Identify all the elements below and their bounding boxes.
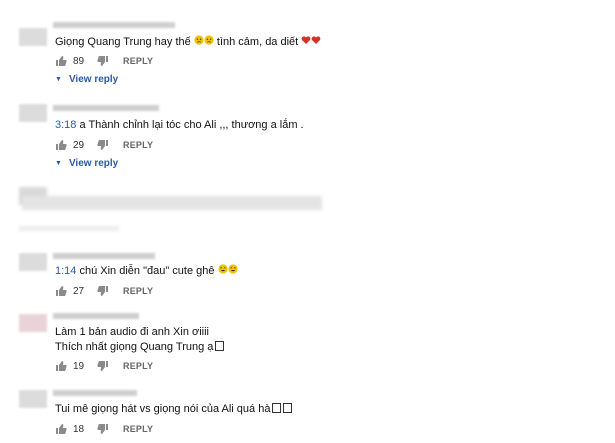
unknown-glyph-icon [215, 341, 225, 351]
thumb-down-icon[interactable] [97, 423, 109, 435]
heart-icon [301, 36, 311, 44]
comment-actions: 18 REPLY [55, 422, 153, 436]
blurred-content [22, 196, 322, 210]
thumb-up-icon[interactable] [55, 55, 67, 67]
avatar[interactable] [19, 390, 47, 408]
timestamp-link[interactable]: 1:14 [55, 265, 76, 277]
reply-button[interactable]: REPLY [123, 424, 153, 434]
thumb-down-icon[interactable] [97, 285, 109, 297]
reply-button[interactable]: REPLY [123, 140, 153, 150]
unknown-glyph-icon [283, 403, 293, 413]
laughing-face-icon [227, 264, 238, 274]
thumb-down-icon[interactable] [97, 139, 109, 151]
author-name[interactable] [53, 22, 175, 28]
like-count: 27 [73, 285, 85, 297]
view-reply-link[interactable]: ▼ View reply [55, 73, 118, 85]
thumb-up-icon[interactable] [55, 423, 67, 435]
comment-text: Giọng Quang Trung hay thế tình cảm, da d… [55, 35, 321, 49]
crying-face-icon [204, 35, 214, 45]
comment-actions: 27 REPLY [55, 284, 153, 298]
like-count: 18 [73, 423, 85, 435]
comment-text: 1:14 chú Xin diễn "đau" cute ghê [55, 264, 238, 278]
author-name[interactable] [53, 313, 139, 319]
author-name[interactable] [53, 253, 155, 259]
comment-text: Tui mê giọng hát vs giọng nói của Ali qu… [55, 403, 293, 416]
avatar[interactable] [19, 253, 47, 271]
unknown-glyph-icon [272, 403, 282, 413]
comment-text-line-1: Làm 1 bản audio đi anh Xin ơiiii [55, 326, 209, 338]
reply-button[interactable]: REPLY [123, 361, 153, 371]
crying-face-icon [194, 35, 204, 45]
like-count: 89 [73, 55, 85, 67]
author-name[interactable] [53, 105, 159, 111]
heart-icon [311, 36, 321, 44]
thumb-up-icon[interactable] [55, 285, 67, 297]
thumb-down-icon[interactable] [97, 55, 109, 67]
timestamp-link[interactable]: 3:18 [55, 119, 76, 131]
laughing-face-icon [217, 264, 228, 274]
caret-down-icon: ▼ [55, 75, 62, 83]
avatar[interactable] [19, 104, 47, 122]
avatar[interactable] [19, 314, 47, 332]
caret-down-icon: ▼ [55, 159, 62, 167]
view-reply-link[interactable]: ▼ View reply [55, 157, 118, 169]
comment-text: 3:18 a Thành chỉnh lại tóc cho Ali ,,, t… [55, 119, 304, 131]
blurred-content [19, 226, 119, 231]
comment-text-line-2: Thích nhất giọng Quang Trung ạ [55, 341, 225, 354]
thumb-up-icon[interactable] [55, 360, 67, 372]
like-count: 19 [73, 360, 85, 372]
comment-actions: 19 REPLY [55, 359, 153, 373]
comment-actions: 29 REPLY [55, 138, 153, 152]
reply-button[interactable]: REPLY [123, 56, 153, 66]
avatar[interactable] [19, 28, 47, 46]
reply-button[interactable]: REPLY [123, 286, 153, 296]
comment-actions: 89 REPLY [55, 54, 153, 68]
thumb-up-icon[interactable] [55, 139, 67, 151]
author-name[interactable] [53, 390, 137, 396]
thumb-down-icon[interactable] [97, 360, 109, 372]
like-count: 29 [73, 139, 85, 151]
